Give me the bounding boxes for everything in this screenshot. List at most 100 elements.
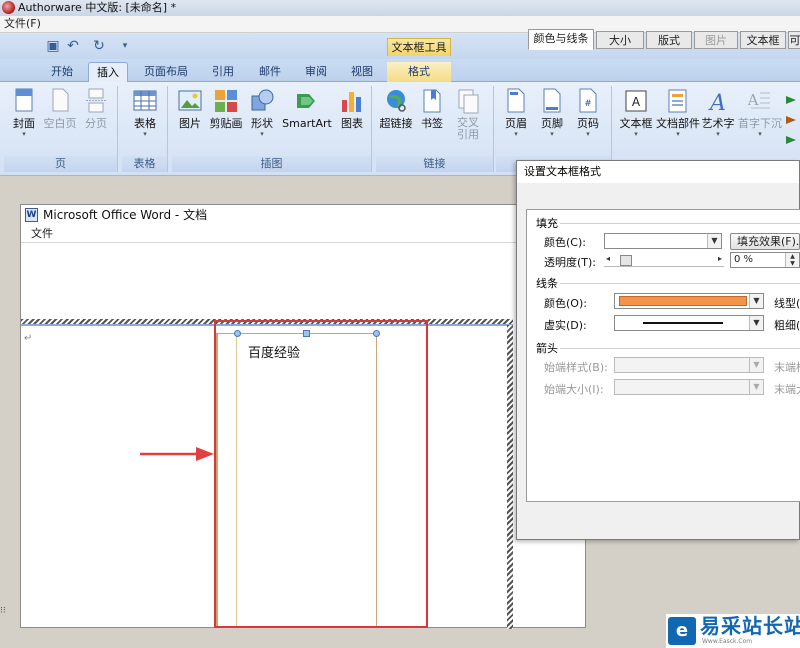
drop-cap-icon: A <box>748 91 770 109</box>
begin-style-label: 始端样式(B): <box>544 361 608 374</box>
shapes-label: 形状 <box>251 117 273 130</box>
end-size-label: 末端大 <box>774 383 800 396</box>
begin-style-dropdown[interactable]: ▼ <box>614 357 764 373</box>
page-break-icon <box>86 88 106 113</box>
customize-qat-icon[interactable]: ▾ <box>116 37 134 55</box>
picture-button[interactable]: 图片 <box>172 88 208 158</box>
page-break-button[interactable]: 分页 <box>78 88 114 158</box>
tab-layout[interactable]: 版式 <box>646 31 692 49</box>
transparency-label: 透明度(T): <box>544 256 597 269</box>
word-title-bar: W Microsoft Office Word - 文档 <box>21 205 585 225</box>
status-glyph: ⁝⁝ <box>0 606 6 616</box>
smartart-button[interactable]: SmartArt <box>280 88 334 158</box>
footer-button[interactable]: 页脚 ▾ <box>534 88 570 158</box>
tab-mailings[interactable]: 邮件 <box>250 62 290 82</box>
table-icon <box>133 90 157 111</box>
clipart-label: 剪贴画 <box>209 117 243 130</box>
shapes-button[interactable]: 形状 ▾ <box>244 88 280 158</box>
word-title: Microsoft Office Word - 文档 <box>43 208 208 222</box>
dash-dropdown[interactable]: ▼ <box>614 315 764 331</box>
drop-cap-button[interactable]: A 首字下沉 ▾ <box>738 88 782 158</box>
spinner-icon[interactable]: ▲ ▼ <box>785 253 799 267</box>
tab-review[interactable]: 审阅 <box>296 62 336 82</box>
chevron-down-icon: ▼ <box>707 234 721 248</box>
textbox-button[interactable]: A 文本框 ▾ <box>616 88 656 158</box>
line-color-dropdown[interactable]: ▼ <box>614 293 764 309</box>
tab-home[interactable]: 开始 <box>42 62 82 82</box>
begin-size-dropdown[interactable]: ▼ <box>614 379 764 395</box>
tab-textbox[interactable]: 文本框 <box>740 31 786 49</box>
footer-icon <box>543 88 561 113</box>
chevron-down-icon: ▼ <box>749 316 763 330</box>
wordart-label: 艺术字 <box>701 117 735 130</box>
tab-format[interactable]: 格式 <box>387 62 451 82</box>
watermark-name: 易采站长站 <box>700 614 800 638</box>
wordart-button[interactable]: A 艺术字 ▾ <box>700 88 736 158</box>
fill-section-title: 填充 <box>536 217 558 230</box>
transparency-input[interactable]: 0 % ▲ ▼ <box>730 252 800 268</box>
weight-label: 粗细( <box>774 319 800 332</box>
hyperlink-button[interactable]: 超链接 <box>378 88 414 158</box>
fill-section-line <box>560 223 800 224</box>
tab-size[interactable]: 大小 <box>596 31 644 49</box>
fill-effects-button[interactable]: 填充效果(F)... <box>730 233 800 250</box>
transparency-slider[interactable]: ◂ ▸ <box>604 254 724 267</box>
wordart-icon: A <box>708 91 726 114</box>
tab-page-layout[interactable]: 页面布局 <box>138 62 194 82</box>
quick-parts-label: 文档部件 <box>656 117 700 130</box>
cover-page-icon <box>15 88 33 112</box>
svg-text:A: A <box>748 91 759 109</box>
line-section-title: 线条 <box>536 277 558 290</box>
chevron-down-icon: ▼ <box>749 380 763 394</box>
word-app-icon: W <box>25 208 38 222</box>
header-icon <box>507 88 525 113</box>
page-number-button[interactable]: # 页码 ▾ <box>570 88 606 158</box>
cover-page-label: 封面 <box>13 117 35 130</box>
word-menu-file[interactable]: 文件 <box>31 225 53 243</box>
tab-picture[interactable]: 图片 <box>694 31 738 49</box>
undo-icon[interactable]: ↶ <box>64 37 82 55</box>
dialog-title: 设置文本框格式 <box>517 161 799 183</box>
redo-icon[interactable]: ↻ <box>90 37 108 55</box>
tab-view[interactable]: 视图 <box>342 62 382 82</box>
smartart-icon <box>297 94 315 108</box>
cross-reference-icon <box>458 89 479 114</box>
bookmark-button[interactable]: 书签 <box>414 88 450 158</box>
ribbon-tabs: 开始 插入 页面布局 引用 邮件 审阅 视图 格式 <box>0 59 800 82</box>
group-links-label: 链接 <box>376 156 493 172</box>
end-style-label: 末端样 <box>774 361 800 374</box>
cover-page-button[interactable]: 封面 ▾ <box>6 88 42 158</box>
menu-file[interactable]: 文件(F) <box>4 16 41 32</box>
save-icon[interactable]: ▣ <box>44 37 62 55</box>
fill-color-dropdown[interactable]: ▼ <box>604 233 722 249</box>
tab-colors-lines[interactable]: 颜色与线条 <box>528 29 594 50</box>
clipart-button[interactable]: 剪贴画 <box>208 88 244 158</box>
quick-parts-button[interactable]: 文档部件 ▾ <box>656 88 700 158</box>
textbox-icon: A <box>625 90 647 112</box>
table-button[interactable]: 表格 ▾ <box>127 88 163 158</box>
header-label: 页眉 <box>505 117 527 130</box>
shapes-icon <box>251 89 274 111</box>
arrows-section-line <box>560 348 800 349</box>
tab-references[interactable]: 引用 <box>203 62 243 82</box>
tab-insert[interactable]: 插入 <box>88 62 128 82</box>
textbox-label: 文本框 <box>619 117 653 130</box>
chart-icon <box>342 92 361 112</box>
page-number-label: 页码 <box>577 117 599 130</box>
chart-label: 图表 <box>341 117 363 130</box>
tab-more[interactable]: 可 <box>788 31 800 49</box>
dash-preview <box>643 322 723 324</box>
highlight-box <box>214 320 428 628</box>
symbols-icon[interactable] <box>784 90 800 150</box>
table-label: 表格 <box>134 117 156 130</box>
chevron-down-icon: ▼ <box>749 294 763 308</box>
page-break-label: 分页 <box>85 117 107 130</box>
fill-color-label: 颜色(C): <box>544 236 586 249</box>
blank-page-icon <box>52 88 69 112</box>
slider-thumb[interactable] <box>620 255 632 266</box>
line-style-label: 线型( <box>774 297 800 310</box>
chart-button[interactable]: 图表 <box>334 88 370 158</box>
header-button[interactable]: 页眉 ▾ <box>498 88 534 158</box>
blank-page-button[interactable]: 空白页 <box>42 88 78 158</box>
cross-reference-button[interactable]: 交叉 引用 <box>450 88 486 158</box>
